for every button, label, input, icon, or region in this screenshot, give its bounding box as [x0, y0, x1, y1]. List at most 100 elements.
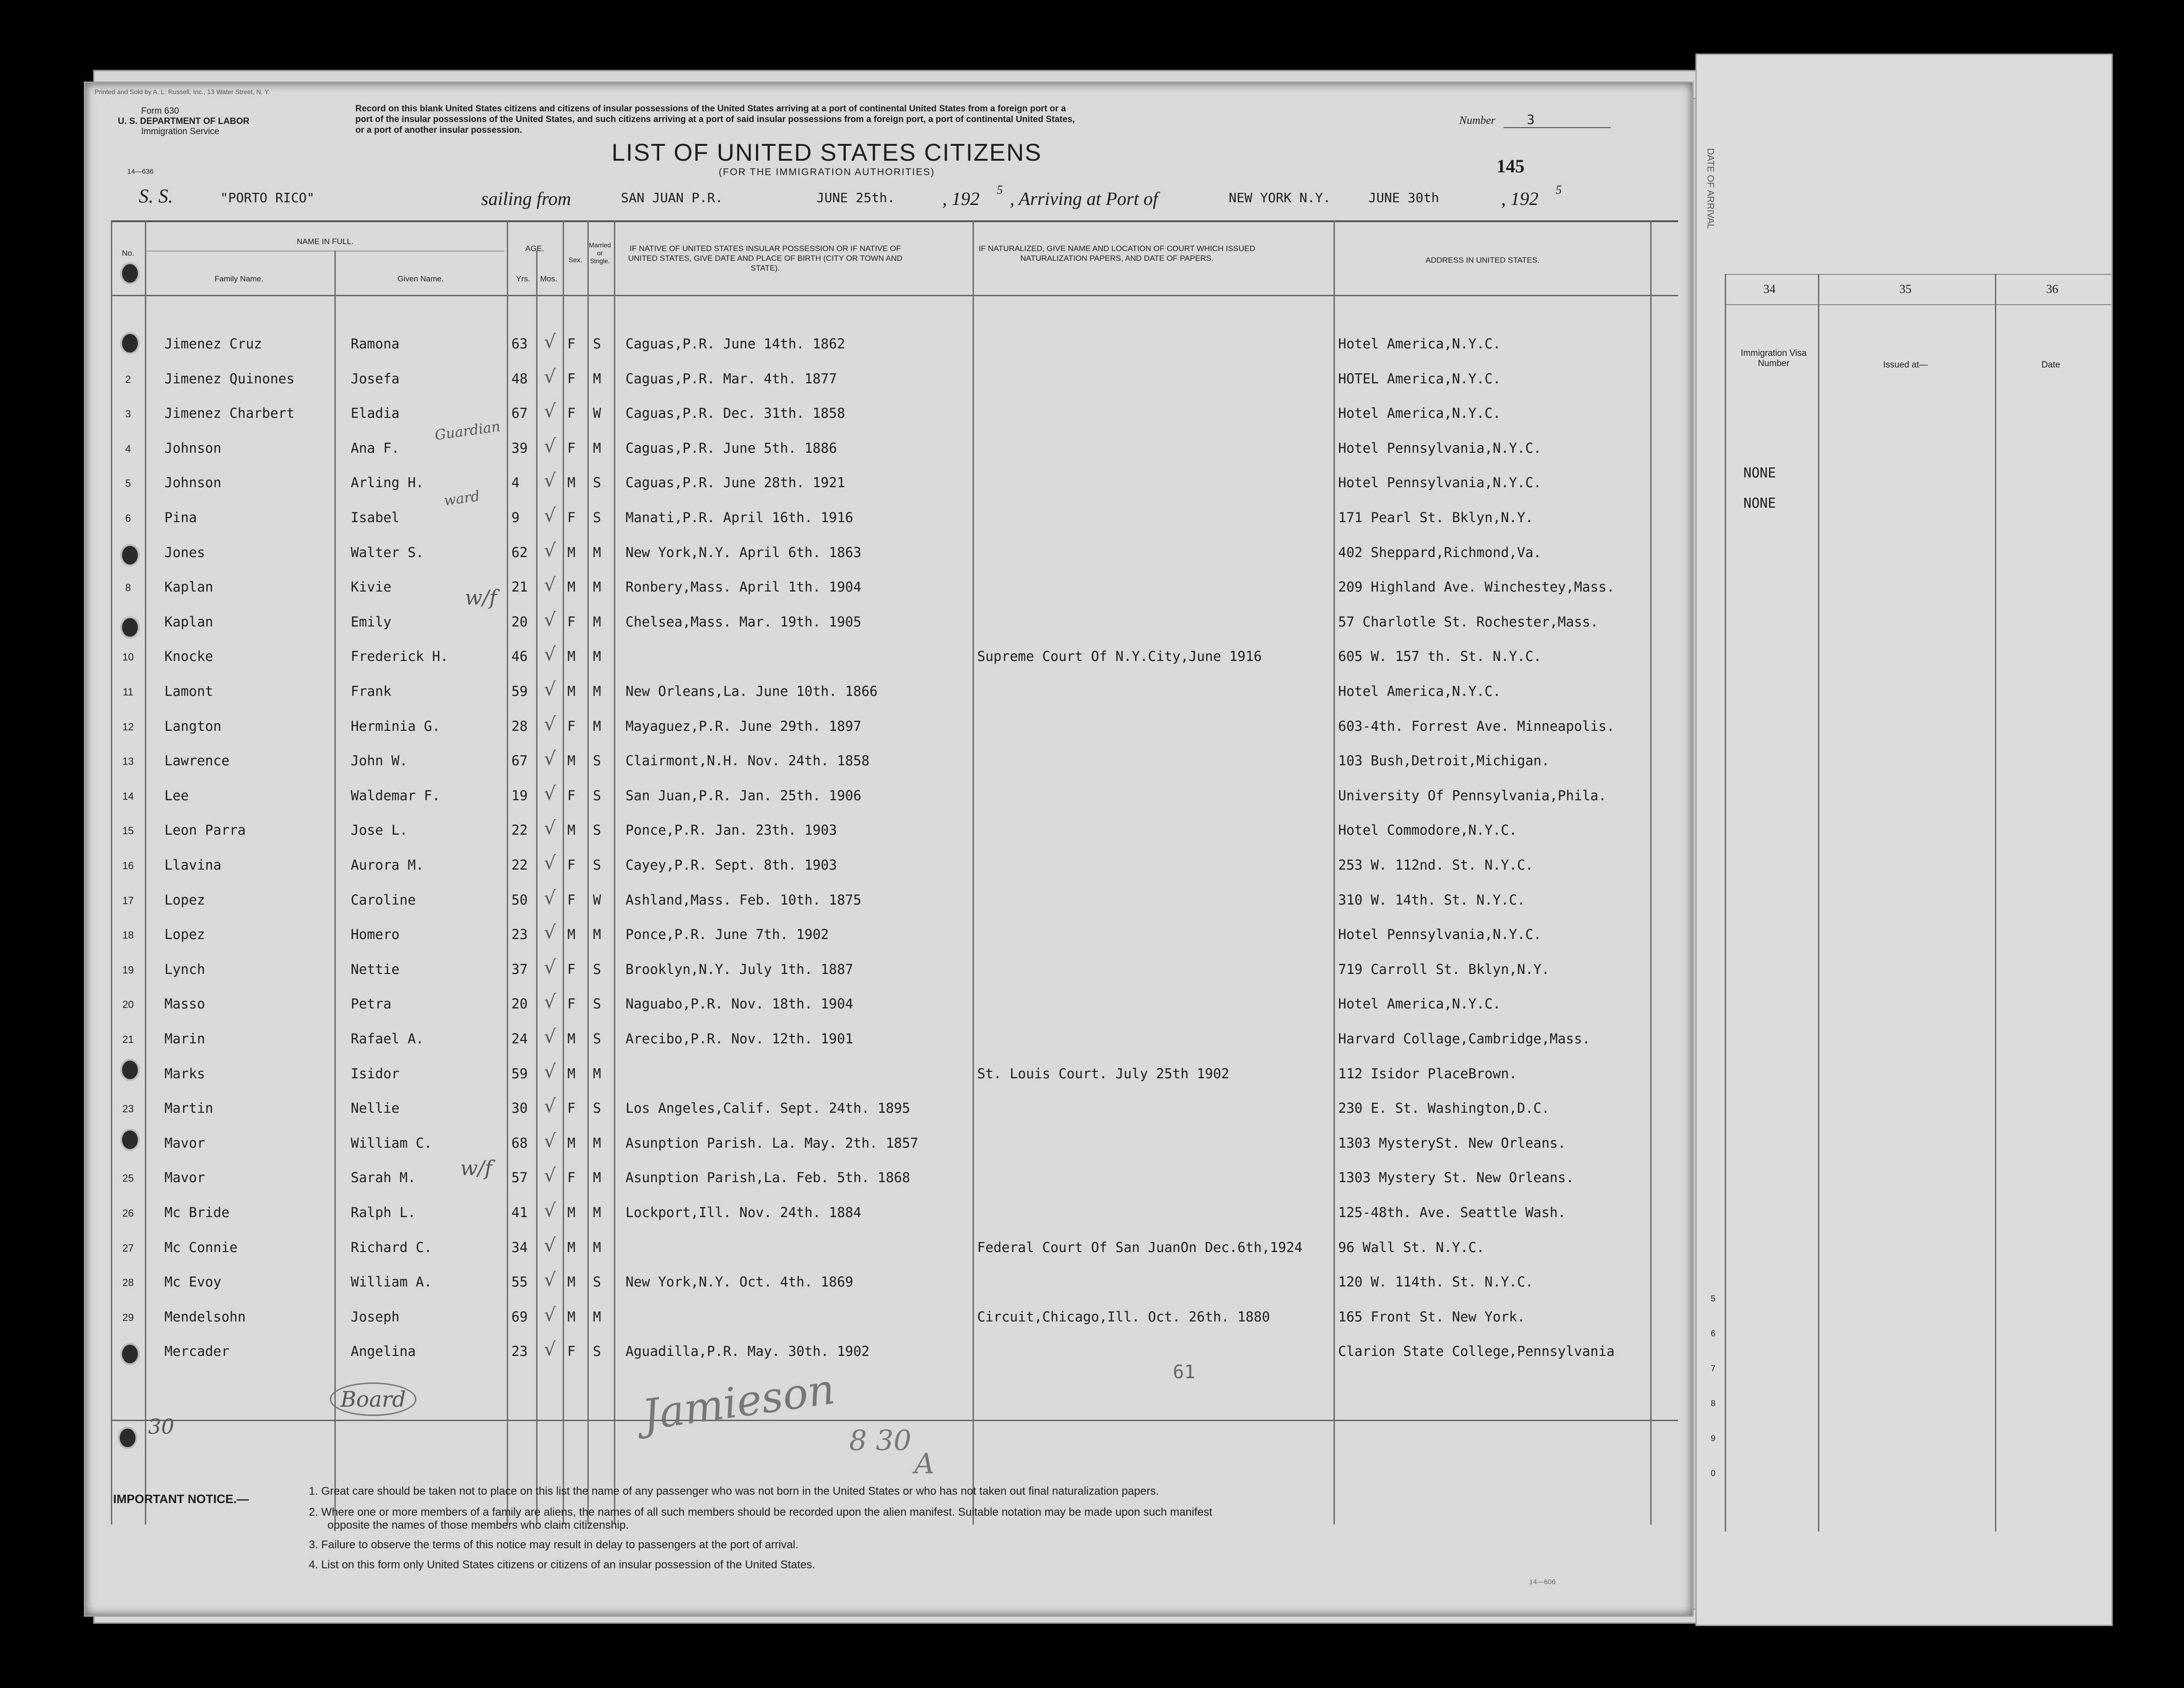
sex: F [567, 440, 576, 456]
family-name: Martin [164, 1100, 213, 1116]
address: Hotel America,N.Y.C. [1338, 336, 1501, 352]
address: Hotel America,N.Y.C. [1338, 996, 1501, 1012]
family-name: Llavina [164, 857, 222, 873]
right-page-side-label: DATE OF ARRIVAL [1705, 148, 1715, 229]
table-row: 5 Johnson Arling H. 4 M S Caguas,P.R. June 28t… [85, 466, 1692, 501]
address: HOTEL America,N.Y.C. [1338, 370, 1501, 387]
family-name: Mavor [164, 1135, 205, 1151]
address: 402 Sheppard,Richmond,Va. [1338, 544, 1542, 560]
notice-item-3: 3. Failure to observe the terms of this … [309, 1538, 799, 1551]
given-name: Aurora M. [351, 857, 424, 873]
given-name: Ana F. [351, 440, 400, 456]
col-yrs: Yrs. [516, 274, 531, 283]
sailing-date: JUNE 25th. [816, 190, 895, 205]
small-code: 14—636 [127, 168, 154, 176]
marital-status: W [593, 405, 601, 422]
sex: M [567, 753, 576, 769]
family-name: Mc Evoy [164, 1274, 222, 1290]
check-mark-icon: √ [544, 1269, 556, 1291]
check-mark-icon: √ [544, 852, 556, 874]
punch-mark [120, 262, 140, 285]
check-mark-icon: √ [544, 539, 556, 561]
family-name: Leon Parra [164, 822, 246, 838]
birth-place-date: Asunption Parish. La. May. 2th. 1857 [626, 1135, 919, 1151]
row-number: 3 [125, 408, 131, 420]
sex: M [567, 822, 576, 838]
birth-place-date: Lockport,Ill. Nov. 24th. 1884 [626, 1205, 862, 1220]
naturalization: Federal Court Of San JuanOn Dec.6th,1924 [977, 1239, 1303, 1255]
table-row: 27 Mc Connie Richard C. 34 M M Federal Court O… [85, 1231, 1692, 1266]
sex: M [567, 926, 576, 943]
age-years: 62 [511, 544, 528, 560]
address: 1303 MysterySt. New Orleans. [1338, 1135, 1566, 1151]
birth-place-date: Caguas,P.R. Mar. 4th. 1877 [626, 370, 837, 387]
birth-place-date: Caguas,P.R. June 28th. 1921 [626, 475, 845, 491]
punch-mark [120, 616, 140, 639]
marital-status: S [593, 475, 601, 491]
col-family-name: Family Name. [214, 274, 264, 283]
sex: M [567, 1308, 576, 1325]
right-page: DATE OF ARRIVAL 34 35 36 Immigration Vis… [1695, 54, 2113, 1626]
family-name: Johnson [164, 440, 222, 456]
row-number: 6 [125, 512, 131, 524]
birth-place-date: Brooklyn,N.Y. July 1th. 1887 [626, 961, 853, 977]
address: Hotel Commodore,N.Y.C. [1338, 822, 1517, 838]
given-name: Nettie [351, 961, 400, 977]
given-name: William C. [351, 1135, 432, 1151]
age-years: 22 [511, 822, 528, 838]
marital-status: S [593, 1100, 601, 1116]
address: 230 E. St. Washington,D.C. [1338, 1100, 1550, 1116]
marital-status: M [593, 544, 601, 560]
instruction-line-2: port of the insular possessions of the U… [355, 115, 1075, 124]
issued-at-heading: Issued at— [1883, 360, 1928, 370]
table-row: Jones Walter S. 62 M M New York,N.Y. April 6t… [85, 536, 1692, 571]
punch-mark [120, 1129, 140, 1151]
notice-item-2-continued: opposite the names of those members who … [327, 1519, 629, 1531]
table-row: 14 Lee Waldemar F. 19 F S San Juan,P.R. Jan. 2… [85, 779, 1692, 814]
address: 1303 Mystery St. New Orleans. [1338, 1170, 1574, 1186]
check-mark-icon: √ [544, 435, 556, 457]
check-mark-icon: √ [544, 470, 556, 492]
table-row: 6 Pina Isabel 9 F S Manati,P.R. April 16th. 19… [85, 501, 1692, 536]
marital-status: M [593, 683, 601, 699]
col-36-number: 36 [2046, 282, 2058, 296]
age-years: 55 [511, 1274, 528, 1290]
table-row: 17 Lopez Caroline 50 F W Ashland,Mass. Feb. 10… [85, 884, 1692, 918]
handwritten-date: 8 30 [849, 1424, 912, 1457]
address: 310 W. 14th. St. N.Y.C. [1338, 892, 1525, 908]
row-number: 19 [122, 964, 134, 976]
table-row: 16 Llavina Aurora M. 22 F S Cayey,P.R. Sept. 8… [85, 849, 1692, 883]
table-row: 26 Mc Bride Ralph L. 41 M M Lockport,Ill. Nov.… [85, 1196, 1692, 1231]
age-years: 34 [511, 1239, 528, 1255]
birth-place-date: Asunption Parish,La. Feb. 5th. 1868 [626, 1170, 911, 1186]
given-name: Petra [351, 996, 392, 1012]
address: 603-4th. Forrest Ave. Minneapolis. [1338, 718, 1615, 734]
sex: M [567, 544, 576, 560]
check-mark-icon: √ [544, 1339, 556, 1361]
year-value-2: 5 [1556, 183, 1562, 197]
marital-status: M [593, 1065, 601, 1082]
row-number: 8 [125, 582, 131, 594]
address: Hotel Pennsylvania,N.Y.C. [1338, 440, 1542, 456]
age-years: 23 [511, 926, 528, 943]
row-number: 4 [125, 442, 131, 455]
address: 103 Bush,Detroit,Michigan. [1338, 753, 1550, 769]
row-number: 28 [122, 1277, 134, 1289]
date-heading: Date [2041, 360, 2061, 370]
sailing-from-label: sailing from [481, 188, 571, 209]
punch-mark [120, 544, 140, 566]
row-number: 10 [122, 651, 134, 663]
family-name: Mc Bride [164, 1205, 230, 1220]
row-number: 29 [122, 1311, 134, 1323]
age-years: 24 [511, 1031, 528, 1047]
age-years: 23 [511, 1343, 528, 1360]
given-name: Frederick H. [351, 648, 449, 665]
marital-status: S [593, 1343, 601, 1360]
address: 165 Front St. New York. [1338, 1308, 1525, 1325]
service: Immigration Service [141, 127, 219, 136]
notice-label: IMPORTANT NOTICE.— [113, 1492, 249, 1506]
family-name: Lopez [164, 926, 205, 943]
table-row: Mavor William C. 68 M M Asunption Parish. La.… [85, 1127, 1692, 1161]
page-title: LIST OF UNITED STATES CITIZENS [612, 139, 1042, 166]
table-row: 10 Knocke Frederick H. 46 M M Supreme Court Of… [85, 640, 1692, 674]
